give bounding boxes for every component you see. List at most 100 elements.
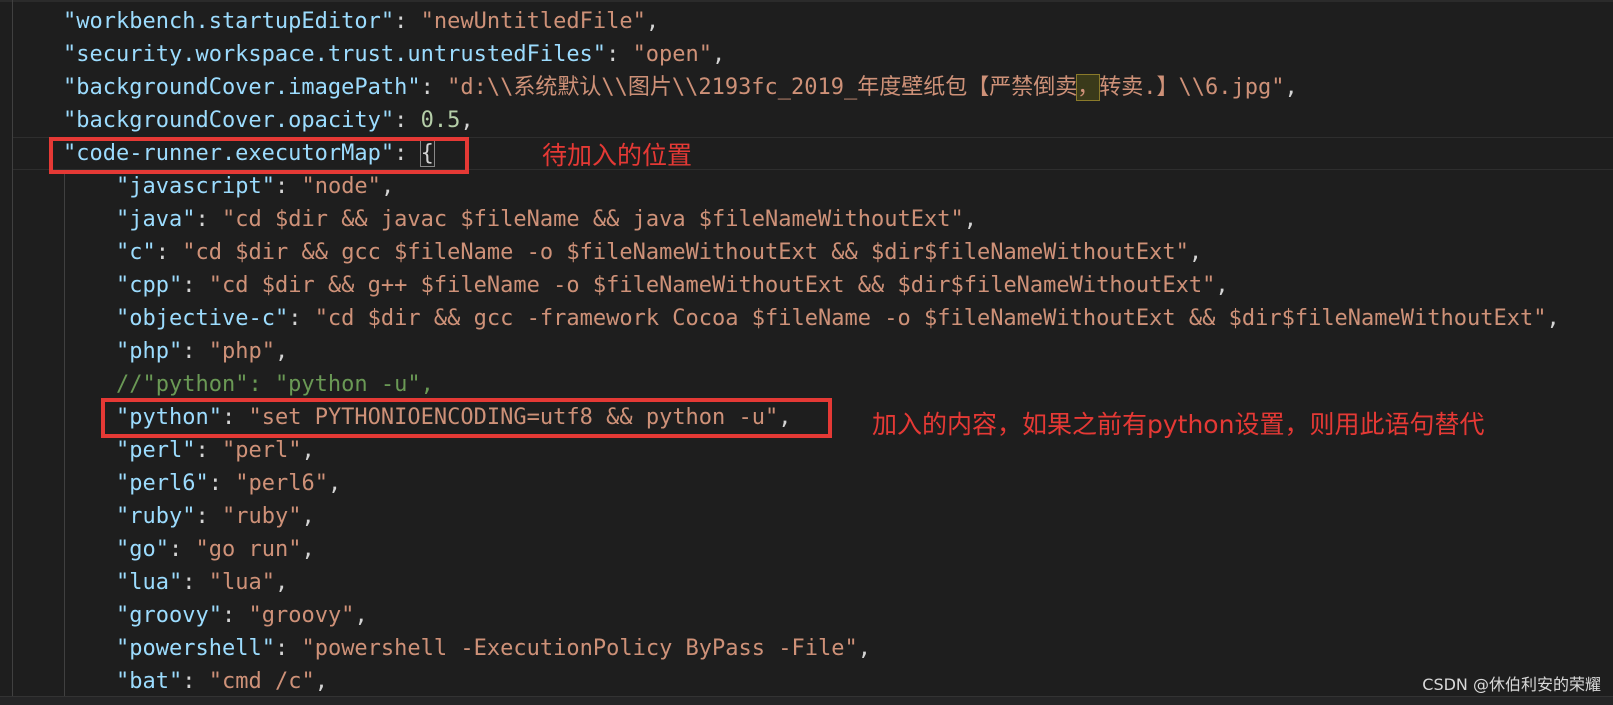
json-key: "cpp"	[116, 273, 183, 298]
code-line[interactable]: "backgroundCover.opacity": 0.5,	[63, 104, 474, 137]
colon: :	[606, 42, 633, 67]
editor-top-border	[0, 0, 1613, 2]
colon: :	[195, 504, 222, 529]
code-line[interactable]: "workbench.startupEditor": "newUntitledF…	[63, 5, 659, 38]
code-line[interactable]: "javascript": "node",	[116, 170, 394, 203]
colon: :	[182, 570, 209, 595]
json-string-value: "cd $dir && javac $fileName && java $fil…	[221, 207, 964, 232]
colon: :	[155, 240, 183, 265]
json-key: "perl"	[116, 438, 196, 463]
code-line[interactable]: "go": "go run",	[116, 533, 315, 566]
json-key: "lua"	[116, 570, 183, 595]
code-line[interactable]: "groovy": "groovy",	[116, 599, 368, 632]
json-string-value: "open"	[632, 42, 713, 67]
comma: ,	[857, 636, 871, 661]
json-string-value: "cd $dir && g++ $fileName -o $fileNameWi…	[208, 273, 1216, 298]
colon: :	[168, 537, 196, 562]
json-string-value-rest: 转卖.】\\6.jpg"	[1099, 75, 1285, 100]
code-line[interactable]: "objective-c": "cd $dir && gcc -framewor…	[116, 302, 1560, 335]
json-string-value: "perl"	[221, 438, 302, 463]
code-line[interactable]: "perl": "perl",	[116, 434, 315, 467]
comma: ,	[1188, 240, 1203, 265]
code-line[interactable]: "cpp": "cd $dir && g++ $fileName -o $fil…	[116, 269, 1229, 302]
json-key: "groovy"	[116, 603, 222, 628]
json-key: "c"	[116, 240, 156, 265]
code-line[interactable]: "security.workspace.trust.untrustedFiles…	[63, 38, 725, 71]
colon: :	[182, 273, 209, 298]
json-key: "ruby"	[116, 504, 196, 529]
highlighted-fullwidth-comma: ，	[1076, 74, 1101, 101]
comma: ,	[1546, 306, 1560, 331]
json-key: "java"	[116, 207, 196, 232]
code-line[interactable]: "c": "cd $dir && gcc $fileName -o $fileN…	[116, 236, 1202, 269]
json-key: "backgroundCover.imagePath"	[63, 75, 421, 100]
colon: :	[394, 9, 421, 34]
comma: ,	[327, 471, 342, 496]
colon: :	[208, 471, 236, 496]
json-key: "security.workspace.trust.untrustedFiles…	[63, 42, 607, 67]
json-key: "bat"	[116, 669, 183, 694]
colon: :	[195, 207, 222, 232]
json-string-value: "lua"	[208, 570, 275, 595]
comma: ,	[314, 669, 328, 694]
colon: :	[288, 306, 315, 331]
comma: ,	[1215, 273, 1229, 298]
code-line[interactable]: "ruby": "ruby",	[116, 500, 315, 533]
colon: :	[195, 438, 222, 463]
comma: ,	[301, 537, 315, 562]
annotation-label-added-content: 加入的内容，如果之前有python设置，则用此语句替代	[872, 410, 1485, 439]
code-line[interactable]: "perl6": "perl6",	[116, 467, 341, 500]
json-number-value: 0.5	[420, 108, 461, 133]
comma: ,	[301, 504, 315, 529]
colon: :	[420, 75, 448, 100]
code-editor[interactable]: "workbench.startupEditor": "newUntitledF…	[0, 0, 1613, 705]
json-string-value: "powershell -ExecutionPolicy ByPass -Fil…	[301, 636, 858, 661]
horizontal-scrollbar[interactable]	[0, 696, 1613, 705]
json-string-value: "groovy"	[248, 603, 355, 628]
json-string-value: "cd $dir && gcc -framework Cocoa $fileNa…	[314, 306, 1547, 331]
indent-guide-executor-map	[64, 171, 65, 696]
json-key: "workbench.startupEditor"	[63, 9, 395, 34]
annotation-box-insert-position	[49, 137, 469, 174]
comma: ,	[963, 207, 977, 232]
comma: ,	[274, 339, 289, 364]
colon: :	[182, 669, 209, 694]
comma: ,	[301, 438, 315, 463]
comma: ,	[645, 9, 660, 34]
colon: :	[394, 108, 421, 133]
json-key: "javascript"	[116, 174, 275, 199]
json-string-value: "cmd /c"	[208, 669, 315, 694]
json-string-value: "newUntitledFile"	[420, 9, 646, 34]
json-key: "objective-c"	[116, 306, 289, 331]
comma: ,	[354, 603, 368, 628]
code-line[interactable]: "powershell": "powershell -ExecutionPoli…	[116, 632, 871, 665]
code-line[interactable]: "lua": "lua",	[116, 566, 288, 599]
comma: ,	[712, 42, 726, 67]
comma: ,	[1284, 75, 1298, 100]
json-string-value: "cd $dir && gcc $fileName -o $fileNameWi…	[182, 240, 1189, 265]
code-line[interactable]: //"python": "python -u",	[116, 368, 434, 401]
comma: ,	[460, 108, 474, 133]
code-line[interactable]: "bat": "cmd /c",	[116, 665, 328, 698]
code-line[interactable]: "backgroundCover.imagePath": "d:\\系统默认\\…	[63, 71, 1298, 104]
json-string-value: "node"	[301, 174, 381, 199]
code-comment: //"python": "python -u",	[116, 372, 434, 397]
json-string-value: "php"	[208, 339, 275, 364]
code-line[interactable]: "java": "cd $dir && javac $fileName && j…	[116, 203, 977, 236]
comma: ,	[274, 570, 289, 595]
colon: :	[221, 603, 249, 628]
json-key: "php"	[116, 339, 183, 364]
json-string-value: "perl6"	[235, 471, 328, 496]
json-key: "go"	[116, 537, 169, 562]
indent-guide-root	[12, 0, 13, 705]
json-string-value: "d:\\系统默认\\图片\\2193fc_2019_年度壁纸包【严禁倒卖	[447, 75, 1078, 100]
json-key: "backgroundCover.opacity"	[63, 108, 395, 133]
comma: ,	[380, 174, 395, 199]
annotation-box-added-content	[101, 398, 832, 438]
annotation-label-insert-position: 待加入的位置	[542, 141, 693, 170]
json-string-value: "go run"	[195, 537, 302, 562]
json-key: "perl6"	[116, 471, 209, 496]
json-key: "powershell"	[116, 636, 275, 661]
code-line[interactable]: "php": "php",	[116, 335, 288, 368]
colon: :	[274, 174, 302, 199]
